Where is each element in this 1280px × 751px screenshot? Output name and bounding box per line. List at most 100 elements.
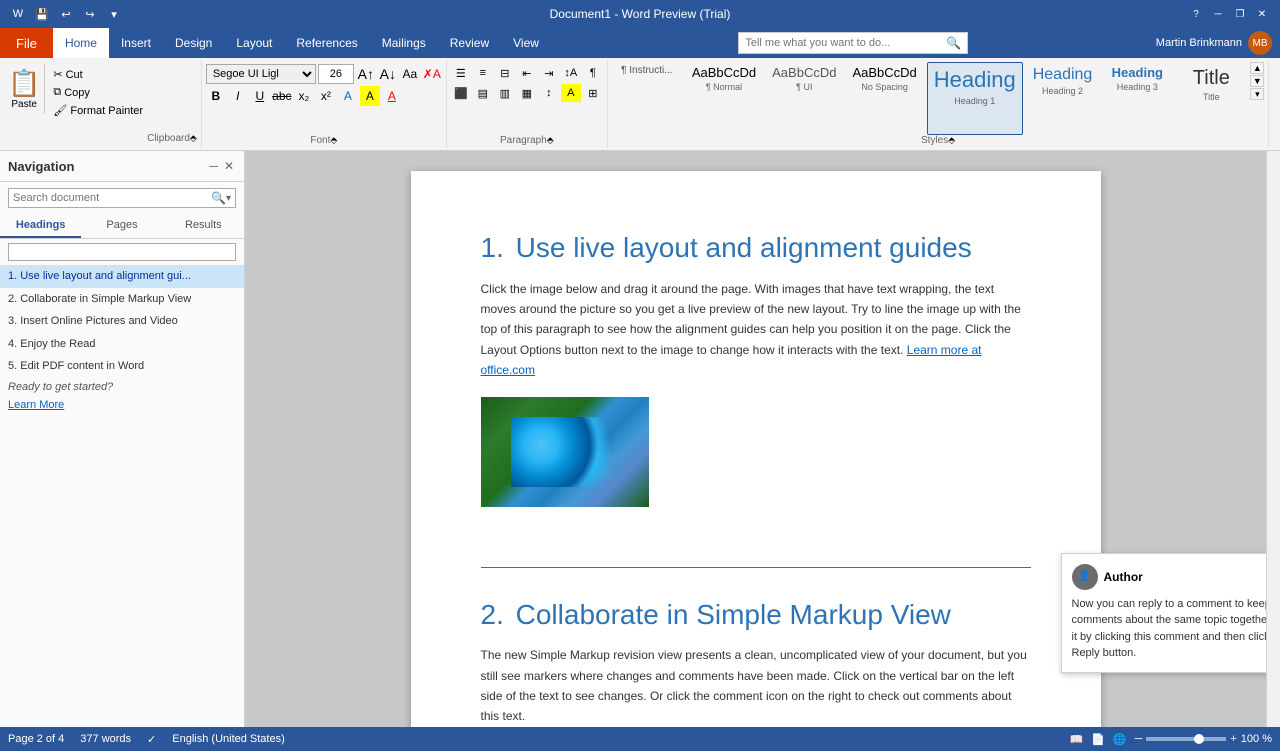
- shading-btn[interactable]: A: [561, 84, 581, 102]
- format-painter-button[interactable]: 🖌 Format Painter: [49, 102, 147, 119]
- styles-group: ¶ Instructi... AaBbCcDd ¶ Normal AaBbCcD…: [608, 60, 1270, 148]
- increase-indent-btn[interactable]: ⇥: [539, 64, 559, 82]
- style-normal[interactable]: AaBbCcDd ¶ Normal: [686, 62, 762, 135]
- tell-me-input[interactable]: [745, 37, 942, 49]
- tab-view[interactable]: View: [501, 28, 551, 58]
- font-shrink-btn[interactable]: A↓: [378, 64, 398, 84]
- font-name-select[interactable]: Segoe UI Ligl: [206, 64, 316, 84]
- zoom-slider[interactable]: [1146, 737, 1226, 741]
- word-icon: W: [8, 5, 28, 23]
- redo-btn[interactable]: ↪: [80, 5, 100, 23]
- nav-search-dropdown[interactable]: ▾: [226, 193, 231, 204]
- web-layout-btn[interactable]: 🌐: [1113, 733, 1127, 746]
- align-center-btn[interactable]: ▤: [473, 84, 493, 102]
- minimize-btn[interactable]: ─: [1208, 5, 1228, 23]
- font-color-btn[interactable]: A: [382, 86, 402, 106]
- zoom-in-btn[interactable]: +: [1230, 733, 1236, 745]
- nav-minimize-btn[interactable]: ─: [207, 157, 220, 175]
- show-marks-btn[interactable]: ¶: [583, 64, 603, 82]
- tab-insert[interactable]: Insert: [109, 28, 163, 58]
- nav-search-input[interactable]: [13, 192, 211, 204]
- nav-close-btn[interactable]: ✕: [222, 157, 236, 175]
- styles-scroll-down[interactable]: ▼: [1250, 75, 1264, 87]
- read-mode-btn[interactable]: 📖: [1069, 733, 1083, 746]
- nav-item-1[interactable]: 2. Collaborate in Simple Markup View: [0, 288, 244, 311]
- tab-home[interactable]: Home: [53, 28, 109, 58]
- font-expand-icon[interactable]: ⬘: [330, 135, 337, 146]
- styles-expand-icon[interactable]: ⬘: [948, 135, 955, 146]
- sort-btn[interactable]: ↕A: [561, 64, 581, 82]
- decrease-indent-btn[interactable]: ⇤: [517, 64, 537, 82]
- numbering-btn[interactable]: ≡: [473, 64, 493, 82]
- nav-item-learn-more[interactable]: Learn More: [0, 396, 244, 414]
- zoom-out-btn[interactable]: ─: [1135, 733, 1143, 745]
- word-count[interactable]: 377 words: [80, 733, 131, 745]
- style-instructional[interactable]: ¶ Instructi...: [612, 62, 682, 135]
- underline-btn[interactable]: U: [250, 86, 270, 106]
- right-scrollbar[interactable]: [1266, 151, 1280, 727]
- language-info[interactable]: English (United States): [172, 733, 285, 745]
- tab-review[interactable]: Review: [438, 28, 501, 58]
- style-heading1[interactable]: Heading Heading 1: [927, 62, 1023, 135]
- borders-btn[interactable]: ⊞: [583, 84, 603, 102]
- italic-btn[interactable]: I: [228, 86, 248, 106]
- style-title[interactable]: Title Title: [1176, 62, 1246, 135]
- help-btn[interactable]: ?: [1186, 5, 1206, 23]
- paragraph-expand-icon[interactable]: ⬘: [547, 135, 554, 146]
- tell-me-box[interactable]: 🔍: [738, 32, 968, 54]
- clear-format-btn[interactable]: ✗A: [422, 64, 442, 84]
- nav-search-icon[interactable]: 🔍: [211, 191, 226, 205]
- nav-tab-headings[interactable]: Headings: [0, 214, 81, 238]
- clipboard-expand-icon[interactable]: ⬘: [190, 133, 197, 144]
- cut-button[interactable]: ✂ Cut: [49, 66, 147, 83]
- style-heading2[interactable]: Heading Heading 2: [1027, 62, 1099, 135]
- line-spacing-btn[interactable]: ↕: [539, 84, 559, 102]
- tab-mailings[interactable]: Mailings: [370, 28, 438, 58]
- justify-btn[interactable]: ▦: [517, 84, 537, 102]
- superscript-btn[interactable]: x²: [316, 86, 336, 106]
- bold-btn[interactable]: B: [206, 86, 226, 106]
- nav-item-4[interactable]: 5. Edit PDF content in Word: [0, 355, 244, 378]
- section1-body: Click the image below and drag it around…: [481, 279, 1031, 381]
- tab-references[interactable]: References: [284, 28, 369, 58]
- tab-layout[interactable]: Layout: [224, 28, 284, 58]
- subscript-btn[interactable]: x₂: [294, 86, 314, 106]
- style-ui[interactable]: AaBbCcDd ¶ UI: [766, 62, 842, 135]
- styles-more[interactable]: ▾: [1250, 88, 1264, 100]
- flower-image[interactable]: [481, 397, 649, 507]
- print-layout-btn[interactable]: 📄: [1091, 733, 1105, 746]
- tab-design[interactable]: Design: [163, 28, 224, 58]
- nav-item-3[interactable]: 4. Enjoy the Read: [0, 333, 244, 356]
- restore-btn[interactable]: ❐: [1230, 5, 1250, 23]
- font-size-input[interactable]: [318, 64, 354, 84]
- style-no-spacing[interactable]: AaBbCcDd No Spacing: [846, 62, 922, 135]
- change-case-btn[interactable]: Aa: [400, 64, 420, 84]
- nav-item-2[interactable]: 3. Insert Online Pictures and Video: [0, 310, 244, 333]
- font-grow-btn[interactable]: A↑: [356, 64, 376, 84]
- section1-link[interactable]: Learn more at office.com: [481, 343, 982, 377]
- save-btn[interactable]: 💾: [32, 5, 52, 23]
- copy-button[interactable]: ⧉ Copy: [49, 84, 147, 101]
- text-effects-btn[interactable]: A: [338, 86, 358, 106]
- zoom-level[interactable]: 100 %: [1241, 733, 1272, 745]
- proofing-icon[interactable]: ✓: [147, 733, 156, 746]
- bullets-btn[interactable]: ☰: [451, 64, 471, 82]
- customize-qa-btn[interactable]: ▾: [104, 5, 124, 23]
- undo-btn[interactable]: ↩: [56, 5, 76, 23]
- align-left-btn[interactable]: ⬛: [451, 84, 471, 102]
- heading-filter-input[interactable]: [8, 243, 236, 261]
- file-tab[interactable]: File: [0, 28, 53, 58]
- page-info[interactable]: Page 2 of 4: [8, 733, 64, 745]
- close-btn[interactable]: ✕: [1252, 5, 1272, 23]
- style-heading3[interactable]: Heading Heading 3: [1102, 62, 1172, 135]
- nav-item-0[interactable]: 1. Use live layout and alignment gui...: [0, 265, 244, 288]
- strikethrough-btn[interactable]: abc: [272, 86, 292, 106]
- multilevel-btn[interactable]: ⊟: [495, 64, 515, 82]
- nav-tab-pages[interactable]: Pages: [81, 214, 162, 238]
- highlight-btn[interactable]: A: [360, 86, 380, 106]
- align-right-btn[interactable]: ▥: [495, 84, 515, 102]
- style-nospacing-preview: AaBbCcDd: [852, 64, 916, 82]
- paste-button[interactable]: 📋 Paste: [4, 64, 45, 114]
- styles-scroll-up[interactable]: ▲: [1250, 62, 1264, 74]
- nav-tab-results[interactable]: Results: [163, 214, 244, 238]
